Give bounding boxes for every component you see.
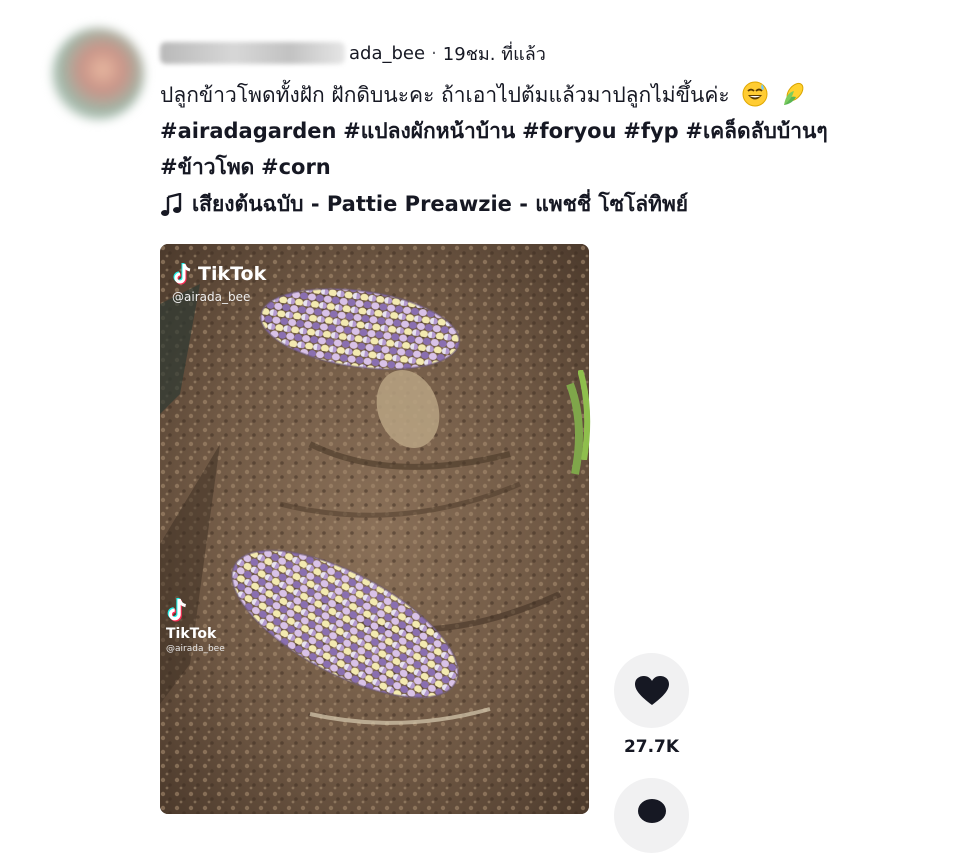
post-caption: ปลูกข้าวโพดทั้งฝัก ฝักดิบนะคะ ถ้าเอาไปต้…: [160, 77, 900, 185]
video-player[interactable]: TikTok @airada_bee TikTok @airada_bee: [160, 244, 589, 814]
hashtag-fyp[interactable]: #fyp: [623, 119, 678, 143]
music-note-icon: [161, 192, 182, 216]
corn-emoji: [784, 82, 804, 105]
blurred-username[interactable]: [160, 42, 345, 64]
tiktok-logo-icon: [173, 263, 191, 285]
post-time: 19ชม. ที่แล้ว: [442, 43, 546, 65]
hashtag-corn[interactable]: #corn: [261, 155, 331, 179]
hashtag-corn-thai[interactable]: #ข้าวโพด: [160, 155, 254, 179]
post-header: ada_bee · 19ชม. ที่แล้ว: [160, 40, 546, 66]
music-title: เสียงต้นฉบับ - Pattie Preawzie - แพชชี่ …: [192, 192, 689, 216]
heart-icon: [634, 675, 669, 705]
tiktok-logo-small-icon: [167, 597, 187, 622]
like-count: 27.7K: [623, 737, 680, 757]
tiktok-watermark-top: TikTok @airada_bee: [172, 262, 266, 304]
leaf-decoration: [578, 370, 591, 460]
watermark-brand: TikTok: [198, 263, 267, 285]
caption-text: ปลูกข้าวโพดทั้งฝัก ฝักดิบนะคะ ถ้าเอาไปต้…: [160, 83, 730, 107]
watermark-brand-small: TikTok: [166, 626, 217, 642]
comment-icon: [637, 799, 666, 823]
watermark-username-small: @airada_bee: [166, 644, 225, 654]
video-frame: [160, 244, 589, 814]
username[interactable]: ada_bee: [349, 43, 425, 64]
author-avatar[interactable]: [52, 28, 144, 120]
comment-button[interactable]: [614, 778, 689, 853]
watermark-username: @airada_bee: [172, 290, 251, 304]
tiktok-watermark-mid: TikTok @airada_bee: [166, 596, 225, 654]
hashtag-home-tips[interactable]: #เคล็ดลับบ้านๆ: [685, 119, 827, 143]
hashtag-foryou[interactable]: #foryou: [522, 119, 617, 143]
hashtag-airadagarden[interactable]: #airadagarden: [160, 119, 336, 143]
music-link[interactable]: เสียงต้นฉบับ - Pattie Preawzie - แพชชี่ …: [160, 188, 688, 221]
like-button[interactable]: [614, 653, 689, 728]
hashtag-vegetable-garden[interactable]: #แปลงผักหน้าบ้าน: [343, 119, 515, 143]
grinning-sweat-emoji: [742, 81, 768, 107]
separator: ·: [431, 42, 437, 64]
